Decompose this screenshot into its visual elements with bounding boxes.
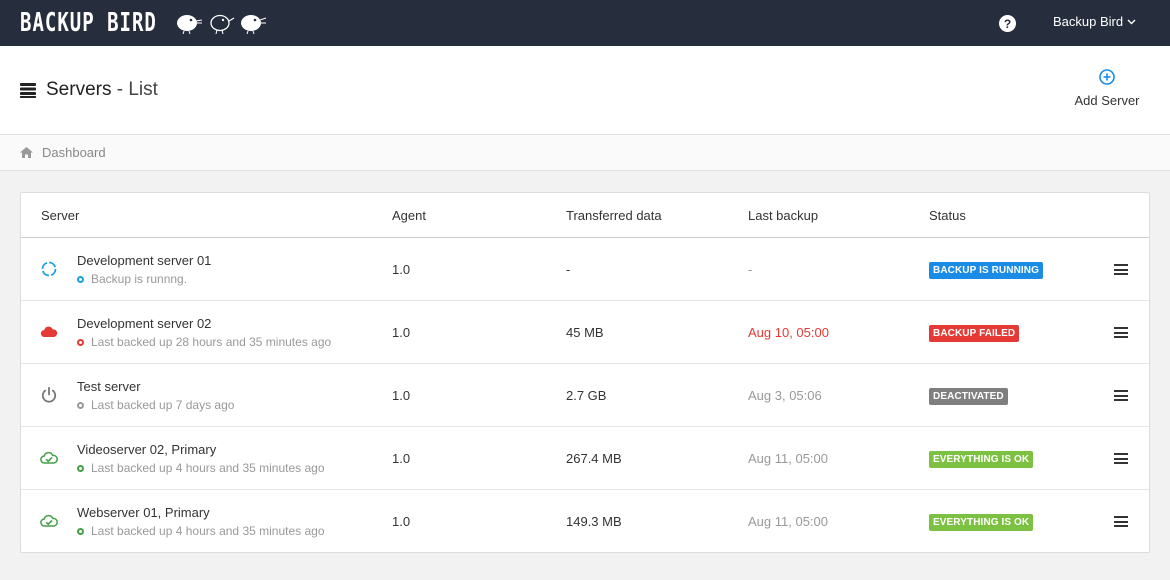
last-backup: Aug 3, 05:06 <box>748 388 822 403</box>
transferred-data: 267.4 MB <box>566 451 622 466</box>
server-name[interactable]: Development server 02 <box>77 316 211 331</box>
bird-icon <box>176 15 202 34</box>
status-dot <box>77 464 84 472</box>
status-dot <box>77 527 84 535</box>
status-badge: EVERYTHING IS OK <box>929 451 1034 468</box>
last-backup: Aug 11, 05:00 <box>748 514 828 529</box>
table-header: Server Agent Transferred data Last backu… <box>21 193 1149 238</box>
cloud-icon <box>40 323 58 341</box>
agent-version: 1.0 <box>392 325 411 340</box>
col-server[interactable]: Server <box>41 208 79 223</box>
server-subtitle-text: Last backed up 28 hours and 35 minutes a… <box>91 335 332 349</box>
page-header: Servers - List Add Server <box>0 46 1170 135</box>
status-dot <box>77 401 84 409</box>
hamburger-icon-bar <box>1114 264 1128 266</box>
hamburger-icon-bar <box>1114 390 1128 392</box>
table-body: Development server 01 Backup is runnng. … <box>21 238 1149 552</box>
page-title-suffix: - List <box>116 79 158 100</box>
row-menu-button[interactable] <box>1114 390 1128 401</box>
app-logo[interactable]: BACKUP BIRD <box>20 8 157 38</box>
server-subtitle: Backup is runnng. <box>77 272 187 286</box>
agent-version: 1.0 <box>392 451 411 466</box>
page-title-main: Servers <box>46 79 112 100</box>
power-icon <box>40 386 58 404</box>
add-server-button[interactable]: Add Server <box>1062 69 1152 108</box>
last-backup: - <box>748 262 753 277</box>
transferred-data: 45 MB <box>566 325 604 340</box>
status-dot <box>77 275 84 283</box>
server-subtitle: Last backed up 4 hours and 35 minutes ag… <box>77 461 325 475</box>
status-dot <box>77 338 84 346</box>
top-navbar: BACKUP BIRD ? Backup Bird <box>0 0 1170 46</box>
cloud-check-icon <box>40 512 58 530</box>
server-subtitle-text: Backup is runnng. <box>91 272 188 286</box>
server-name[interactable]: Webserver 01, Primary <box>77 505 210 520</box>
home-icon <box>20 147 33 158</box>
last-backup: Aug 11, 05:00 <box>748 451 828 466</box>
bird-outline-icon <box>210 14 235 34</box>
add-server-label: Add Server <box>1074 93 1140 108</box>
table-row[interactable]: Development server 02 Last backed up 28 … <box>21 301 1149 364</box>
server-subtitle-text: Last backed up 4 hours and 35 minutes ag… <box>91 524 325 538</box>
spinner-icon <box>40 260 58 278</box>
status-badge: BACKUP IS RUNNING <box>929 262 1043 279</box>
col-agent[interactable]: Agent <box>392 208 426 223</box>
server-subtitle: Last backed up 4 hours and 35 minutes ag… <box>77 524 325 538</box>
transferred-data: - <box>566 262 571 277</box>
birds-logo <box>175 12 267 34</box>
hamburger-icon-bar <box>1114 453 1128 455</box>
agent-version: 1.0 <box>392 262 411 277</box>
breadcrumb: Dashboard <box>0 135 1170 171</box>
breadcrumb-dashboard-link[interactable]: Dashboard <box>42 145 106 160</box>
col-last-backup[interactable]: Last backup <box>748 208 818 223</box>
table-row[interactable]: Videoserver 02, Primary Last backed up 4… <box>21 427 1149 490</box>
chevron-down-icon <box>1127 19 1136 24</box>
user-name: Backup Bird <box>1053 14 1124 29</box>
server-subtitle-text: Last backed up 4 hours and 35 minutes ag… <box>91 461 325 475</box>
server-name[interactable]: Test server <box>77 379 141 394</box>
hamburger-icon-bar <box>1114 327 1128 329</box>
server-name[interactable]: Development server 01 <box>77 253 211 268</box>
table-row[interactable]: Development server 01 Backup is runnng. … <box>21 238 1149 301</box>
transferred-data: 2.7 GB <box>566 388 607 403</box>
col-status[interactable]: Status <box>929 208 966 223</box>
user-menu[interactable]: Backup Bird <box>1053 14 1136 29</box>
table-row[interactable]: Webserver 01, Primary Last backed up 4 h… <box>21 490 1149 552</box>
servers-table: Server Agent Transferred data Last backu… <box>20 192 1150 553</box>
plus-circle-icon <box>1099 69 1115 85</box>
last-backup: Aug 10, 05:00 <box>748 325 829 340</box>
server-subtitle: Last backed up 28 hours and 35 minutes a… <box>77 335 331 349</box>
page-title: Servers - List <box>20 79 158 101</box>
row-menu-button[interactable] <box>1114 516 1128 527</box>
col-transferred[interactable]: Transferred data <box>566 208 662 223</box>
row-menu-button[interactable] <box>1114 327 1128 338</box>
help-button[interactable]: ? <box>999 15 1016 32</box>
table-row[interactable]: Test server Last backed up 7 days ago 1.… <box>21 364 1149 427</box>
status-badge: DEACTIVATED <box>929 388 1008 405</box>
hamburger-icon-bar <box>1114 516 1128 518</box>
status-badge: EVERYTHING IS OK <box>929 514 1034 531</box>
row-menu-button[interactable] <box>1114 264 1128 275</box>
server-subtitle-text: Last backed up 7 days ago <box>91 398 235 412</box>
row-menu-button[interactable] <box>1114 453 1128 464</box>
agent-version: 1.0 <box>392 514 411 529</box>
transferred-data: 149.3 MB <box>566 514 622 529</box>
cloud-check-icon <box>40 449 58 467</box>
bird-icon <box>240 15 267 34</box>
agent-version: 1.0 <box>392 388 411 403</box>
server-name[interactable]: Videoserver 02, Primary <box>77 442 216 457</box>
status-badge: BACKUP FAILED <box>929 325 1020 342</box>
server-stack-icon <box>20 83 36 98</box>
server-subtitle: Last backed up 7 days ago <box>77 398 234 412</box>
